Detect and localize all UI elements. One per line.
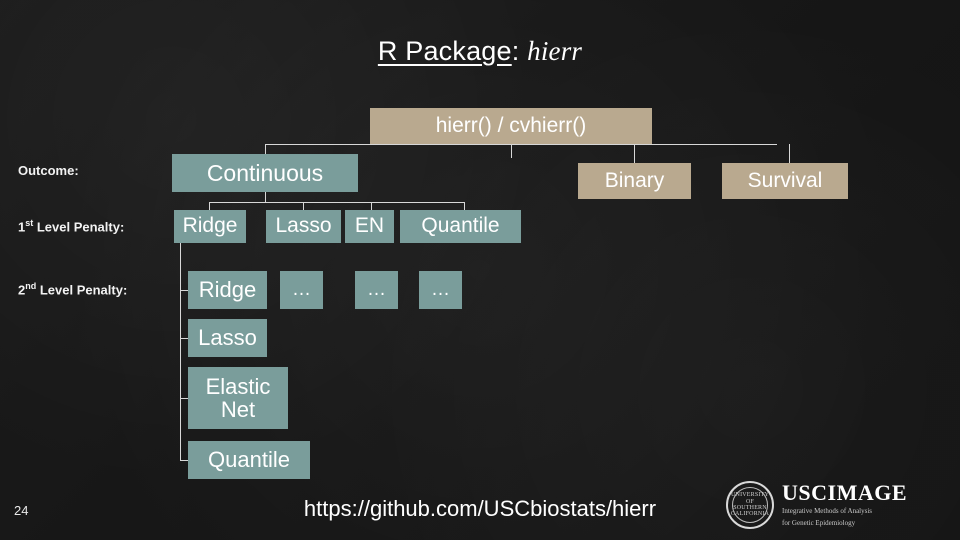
row-label-second-penalty-post: Level Penalty: — [36, 282, 128, 298]
row-label-first-penalty: 1st Level Penalty: — [18, 218, 124, 234]
connector-to-en-1 — [371, 202, 372, 210]
first-penalty-node-lasso: Lasso — [266, 210, 341, 243]
logo-image-text: IMAGE — [827, 480, 908, 506]
second-penalty-ellipsis-lasso-label: … — [292, 279, 311, 301]
connector-first-penalty-bus — [209, 202, 464, 203]
row-label-outcome: Outcome: — [18, 163, 79, 178]
second-penalty-ellipsis-quantile: … — [419, 271, 462, 309]
second-penalty-elastic-net-label: Elastic Net — [205, 373, 271, 422]
first-penalty-node-quantile: Quantile — [400, 210, 521, 243]
second-penalty-node-quantile: Quantile — [188, 441, 310, 479]
outcome-node-binary: Binary — [578, 163, 691, 199]
row-label-second-penalty: 2nd Level Penalty: — [18, 281, 127, 297]
title-separator: : — [511, 36, 528, 66]
usc-image-logo: UNIVERSITY OF SOUTHERN CALIFORNIA USCIMA… — [726, 481, 942, 529]
logo-main-line: USCIMAGE — [782, 482, 907, 504]
second-penalty-ridge-label: Ridge — [198, 277, 257, 303]
title-package-name: hierr — [527, 36, 583, 66]
logo-subtitle-line-2: for Genetic Epidemiology — [782, 519, 856, 527]
second-penalty-lasso-label: Lasso — [198, 325, 257, 351]
outcome-binary-label: Binary — [604, 168, 665, 192]
row-label-second-penalty-sup: nd — [25, 281, 37, 291]
second-penalty-quantile-label: Quantile — [208, 447, 290, 473]
connector-to-survival — [789, 144, 790, 164]
logo-subtitle-line-1: Integrative Methods of Analysis — [782, 507, 873, 516]
outcome-node-survival: Survival — [722, 163, 848, 199]
connector-continuous-stem — [265, 192, 266, 202]
second-penalty-node-lasso: Lasso — [188, 319, 267, 357]
connector-outcome-bus — [265, 144, 777, 145]
connector-second-penalty-spine — [180, 243, 181, 461]
title-prefix: R Package — [377, 36, 512, 66]
connector-root-stem — [511, 144, 512, 158]
outcome-node-continuous: Continuous — [172, 154, 358, 192]
root-node-label: hierr() / cvhierr() — [435, 113, 587, 137]
outcome-survival-label: Survival — [747, 168, 823, 192]
logo-usc-text: USC — [782, 480, 828, 506]
row-label-first-penalty-post: Level Penalty: — [33, 219, 125, 235]
first-penalty-node-ridge: Ridge — [174, 210, 246, 243]
root-node-hierr: hierr() / cvhierr() — [370, 108, 652, 144]
second-penalty-node-ridge: Ridge — [188, 271, 267, 309]
page-title: R Package: hierr — [0, 36, 960, 67]
usc-seal-icon: UNIVERSITY OF SOUTHERN CALIFORNIA — [726, 481, 774, 529]
connector-to-lasso-1 — [303, 202, 304, 210]
connector-to-binary — [634, 144, 635, 164]
first-penalty-quantile-label: Quantile — [421, 214, 500, 238]
connector-to-quantile-1 — [464, 202, 465, 210]
slide-canvas: R Package: hierr hierr() / cvhierr() Out… — [0, 0, 960, 540]
first-penalty-en-label: EN — [354, 214, 385, 238]
second-penalty-ellipsis-lasso: … — [280, 271, 323, 309]
second-penalty-node-elastic-net: Elastic Net — [188, 367, 288, 429]
second-penalty-ellipsis-en-label: … — [367, 279, 386, 301]
connector-to-ridge-1 — [209, 202, 210, 210]
second-penalty-ellipsis-quantile-label: … — [431, 279, 450, 301]
outcome-continuous-label: Continuous — [206, 159, 324, 186]
first-penalty-lasso-label: Lasso — [275, 214, 332, 238]
usc-seal-inner-text: UNIVERSITY OF SOUTHERN CALIFORNIA — [731, 487, 769, 523]
first-penalty-ridge-label: Ridge — [182, 214, 238, 238]
logo-wordmark: USCIMAGE Integrative Methods of Analysis… — [782, 482, 907, 528]
first-penalty-node-en: EN — [345, 210, 394, 243]
row-label-outcome-text: Outcome: — [18, 163, 79, 178]
second-penalty-ellipsis-en: … — [355, 271, 398, 309]
